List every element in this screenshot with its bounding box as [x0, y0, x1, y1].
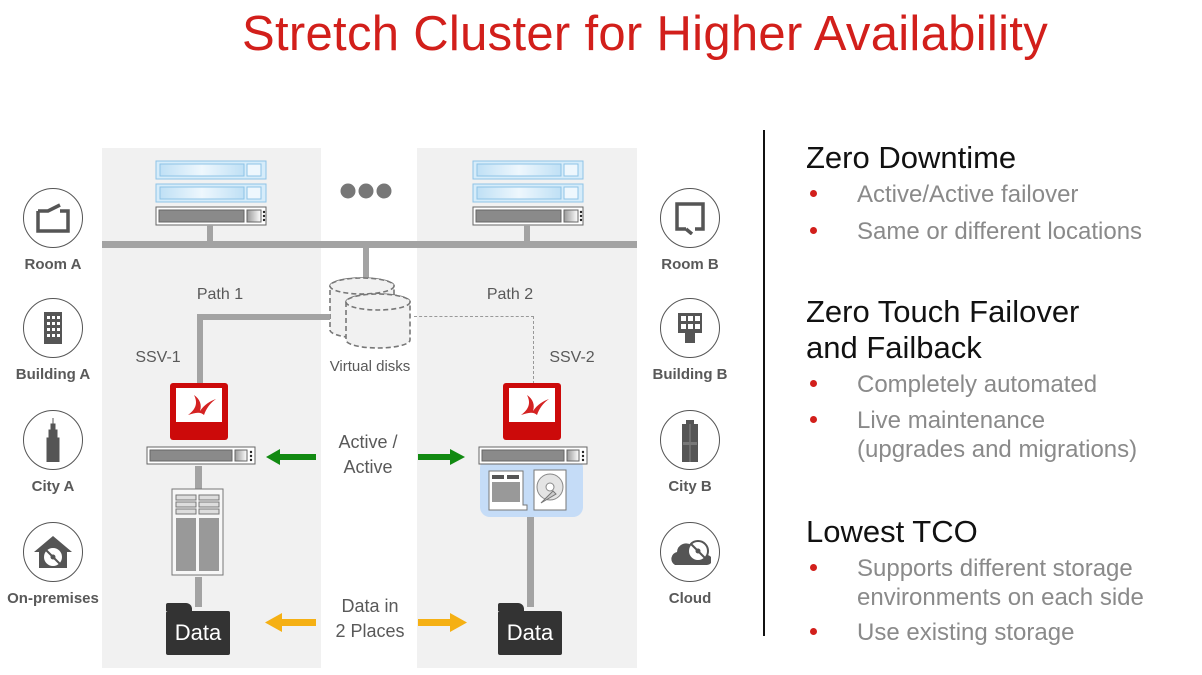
feature-bullet: Active/Active failover — [806, 180, 1202, 209]
folder-tab — [498, 603, 524, 611]
location-cloud: Cloud — [645, 522, 735, 607]
path-2-label: Path 2 — [486, 286, 534, 303]
storage-tower-icon — [171, 488, 224, 576]
virtual-disks-icon — [329, 277, 411, 349]
path-1-line-v — [197, 314, 203, 384]
ssv-2-logo-icon — [503, 383, 561, 440]
feature-bullet: Supports different storage environments … — [806, 554, 1202, 612]
feature-bullet: Completely automated — [806, 370, 1202, 399]
feature-zero-downtime: Zero Downtime Active/Active failover Sam… — [806, 140, 1202, 246]
feature-heading-line-1: Zero Touch Failover — [806, 294, 1080, 329]
active-arrow-left-icon — [266, 449, 316, 465]
bullet-text-line-2: (upgrades and migrations) — [857, 436, 1138, 463]
location-building-b: Building B — [645, 298, 735, 383]
path-1-label: Path 1 — [196, 286, 244, 303]
hard-disk-icon — [533, 469, 567, 511]
feature-zero-touch-failover: Zero Touch Failover and Failback Complet… — [806, 294, 1202, 464]
path-2-line-h — [414, 316, 534, 317]
skyscraper-icon — [23, 410, 83, 470]
building-icon — [660, 298, 720, 358]
tower-icon — [660, 410, 720, 470]
path-1-line-h — [197, 314, 330, 320]
data-label-line-2: 2 Places — [335, 621, 405, 641]
bullet-icon — [810, 416, 817, 423]
feature-bullet: Live maintenance (upgrades and migration… — [806, 406, 1202, 464]
path-2-line-v — [533, 316, 534, 384]
bullet-text: Completely automated — [857, 371, 1098, 398]
feature-heading: Zero Downtime — [806, 140, 1017, 175]
building-b-label: Building B — [652, 366, 728, 383]
room-b-label: Room B — [661, 256, 719, 273]
ellipsis-icon — [340, 183, 392, 199]
city-b-label: City B — [668, 478, 712, 495]
bullet-text-line-2: environments on each side — [857, 584, 1144, 611]
building-a-label: Building A — [15, 366, 91, 383]
home-disk-icon — [23, 522, 83, 582]
feature-bullet: Use existing storage — [806, 618, 1202, 647]
data-folder-left-label: Data — [166, 611, 230, 655]
bullet-icon — [810, 190, 817, 197]
active-label-line-2: Active — [343, 457, 393, 477]
location-on-premises: On-premises — [0, 522, 106, 607]
data-folder-right: Data — [498, 603, 562, 655]
building-icon — [23, 298, 83, 358]
ssv-1-storage-connector — [195, 466, 202, 490]
feature-heading-line-2: and Failback — [806, 330, 982, 365]
location-city-b: City B — [645, 410, 735, 495]
location-room-a: Room A — [0, 188, 106, 273]
location-building-a: Building A — [0, 298, 106, 383]
active-arrow-right-icon — [418, 449, 465, 465]
on-premises-label: On-premises — [7, 590, 99, 607]
data-arrow-left-icon — [265, 613, 316, 632]
data-arrow-right-icon — [418, 613, 467, 632]
bullet-text-line-1: Live maintenance — [857, 407, 1046, 434]
ssv-2-server — [478, 446, 588, 465]
data-label-line-1: Data in — [341, 596, 399, 616]
location-room-b: Room B — [645, 188, 735, 273]
room-icon — [23, 188, 83, 248]
city-a-label: City A — [31, 478, 75, 495]
location-city-a: City A — [0, 410, 106, 495]
ssv-1-label: SSV-1 — [135, 349, 181, 366]
ssv-1-server — [146, 446, 256, 465]
bullet-icon — [810, 564, 817, 571]
virtual-disks-label: Virtual disks — [329, 358, 411, 375]
bullet-text: Active/Active failover — [857, 181, 1079, 208]
bullet-icon — [810, 227, 817, 234]
active-active-label: Active / Active — [320, 430, 416, 480]
feature-lowest-tco: Lowest TCO Supports different storage en… — [806, 514, 1202, 647]
bullet-text: Live maintenance (upgrades and migration… — [857, 406, 1137, 464]
feature-bullet: Same or different locations — [806, 217, 1202, 246]
server-stack-right — [472, 160, 584, 245]
server-stack-left — [155, 160, 267, 245]
storage-array-icon — [488, 470, 528, 511]
room-icon — [660, 188, 720, 248]
ssv-2-data-connector — [527, 517, 534, 607]
bullet-text: Use existing storage — [857, 619, 1075, 646]
data-folder-left: Data — [166, 603, 230, 655]
bullet-icon — [810, 380, 817, 387]
ssv-1-logo-icon — [170, 383, 228, 440]
data-folder-right-label: Data — [498, 611, 562, 655]
active-label-line-1: Active / — [338, 432, 398, 452]
folder-tab — [166, 603, 192, 611]
cloud-disk-icon — [660, 522, 720, 582]
bullet-text: Same or different locations — [857, 218, 1143, 245]
room-a-label: Room A — [24, 256, 82, 273]
bullet-text-line-1: Supports different storage — [857, 555, 1133, 582]
divider — [763, 130, 765, 636]
bullet-icon — [810, 628, 817, 635]
ssv-2-label: SSV-2 — [549, 349, 595, 366]
data-in-two-places-label: Data in 2 Places — [320, 594, 420, 644]
feature-heading: Lowest TCO — [806, 514, 978, 549]
bullet-text: Supports different storage environments … — [857, 554, 1144, 612]
slide-title: Stretch Cluster for Higher Availability — [241, 7, 1048, 61]
cloud-label: Cloud — [668, 590, 712, 607]
